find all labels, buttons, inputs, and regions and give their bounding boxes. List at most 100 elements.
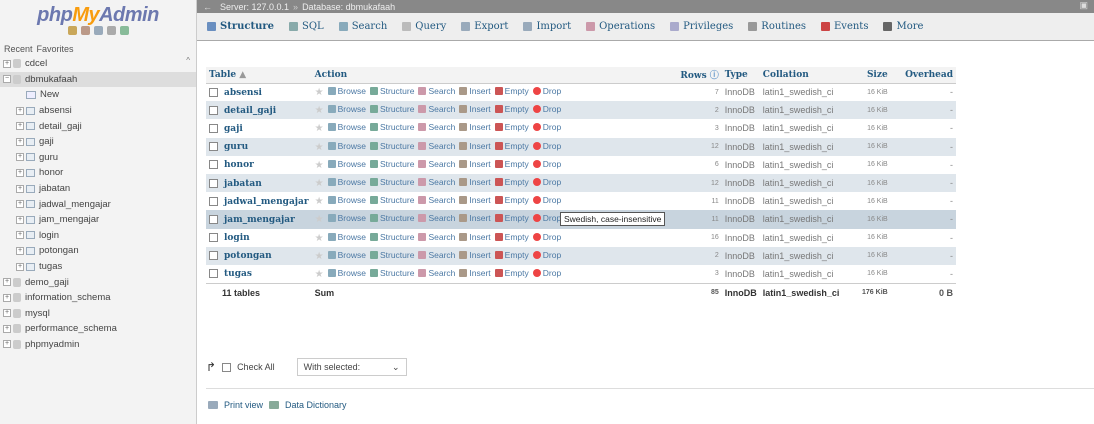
table-name-link[interactable]: tugas bbox=[224, 269, 252, 279]
action-browse[interactable]: Browse bbox=[327, 122, 366, 132]
favorite-star-icon[interactable]: ★ bbox=[315, 214, 324, 225]
action-search[interactable]: Search bbox=[418, 195, 455, 205]
action-insert[interactable]: Insert bbox=[459, 177, 491, 187]
action-search[interactable]: Search bbox=[418, 213, 455, 223]
action-search[interactable]: Search bbox=[418, 104, 455, 114]
row-checkbox[interactable] bbox=[209, 142, 218, 152]
expand-toggle-icon[interactable]: + bbox=[16, 122, 24, 131]
table-name-link[interactable]: jam_mengajar bbox=[224, 215, 295, 225]
favorite-star-icon[interactable]: ★ bbox=[315, 233, 324, 244]
table-name-link[interactable]: absensi bbox=[224, 88, 262, 98]
action-insert[interactable]: Insert bbox=[459, 86, 491, 96]
action-empty[interactable]: Empty bbox=[494, 268, 529, 278]
check-all-checkbox[interactable] bbox=[222, 362, 232, 372]
tree-item[interactable]: − dbmukafaah bbox=[0, 71, 196, 88]
tab-structure[interactable]: Structure bbox=[207, 21, 274, 32]
action-structure[interactable]: Structure bbox=[369, 141, 414, 151]
action-search[interactable]: Search bbox=[418, 232, 455, 242]
settings-icon[interactable] bbox=[119, 26, 129, 35]
table-name-link[interactable]: honor bbox=[224, 160, 254, 170]
row-checkbox[interactable] bbox=[209, 251, 218, 261]
expand-toggle-icon[interactable]: + bbox=[16, 231, 24, 240]
action-insert[interactable]: Insert bbox=[459, 250, 491, 260]
action-drop[interactable]: Drop bbox=[532, 159, 561, 169]
table-name-link[interactable]: potongan bbox=[224, 251, 272, 261]
collapse-icon[interactable]: ← bbox=[203, 2, 212, 12]
row-checkbox[interactable] bbox=[209, 124, 218, 134]
action-insert[interactable]: Insert bbox=[459, 195, 491, 205]
action-empty[interactable]: Empty bbox=[494, 195, 529, 205]
action-drop[interactable]: Drop bbox=[532, 195, 561, 205]
tree-item[interactable]: + jadwal_mengajar bbox=[0, 196, 196, 212]
action-structure[interactable]: Structure bbox=[369, 159, 414, 169]
action-browse[interactable]: Browse bbox=[327, 177, 366, 187]
expand-toggle-icon[interactable]: + bbox=[16, 153, 24, 162]
action-search[interactable]: Search bbox=[418, 86, 455, 96]
tree-item[interactable]: + phpmyadmin bbox=[0, 337, 196, 353]
action-drop[interactable]: Drop bbox=[532, 177, 561, 187]
action-browse[interactable]: Browse bbox=[327, 250, 366, 260]
row-checkbox[interactable] bbox=[209, 178, 218, 188]
action-browse[interactable]: Browse bbox=[327, 104, 366, 114]
action-search[interactable]: Search bbox=[418, 268, 455, 278]
table-name-link[interactable]: jadwal_mengajar bbox=[224, 197, 309, 207]
table-name-link[interactable]: jabatan bbox=[224, 179, 262, 189]
with-selected-dropdown[interactable]: With selected: ⌄ bbox=[296, 358, 407, 376]
tree-item[interactable]: + demo_gaji bbox=[0, 274, 196, 290]
tree-item[interactable]: + cdcel ^ bbox=[0, 56, 196, 72]
action-drop[interactable]: Drop bbox=[532, 250, 561, 260]
favorite-star-icon[interactable]: ★ bbox=[315, 196, 324, 207]
tab-routines[interactable]: Routines bbox=[748, 21, 806, 32]
action-browse[interactable]: Browse bbox=[327, 141, 366, 151]
favorite-star-icon[interactable]: ★ bbox=[315, 142, 324, 153]
tree-item[interactable]: + login bbox=[0, 228, 196, 244]
recent-tab[interactable]: Recent bbox=[4, 44, 33, 54]
tree-item[interactable]: + honor bbox=[0, 165, 196, 181]
action-search[interactable]: Search bbox=[418, 159, 455, 169]
favorite-star-icon[interactable]: ★ bbox=[315, 123, 324, 134]
expand-toggle-icon[interactable]: + bbox=[3, 293, 11, 302]
action-search[interactable]: Search bbox=[418, 250, 455, 260]
action-browse[interactable]: Browse bbox=[327, 159, 366, 169]
row-checkbox[interactable] bbox=[209, 215, 218, 225]
action-structure[interactable]: Structure bbox=[369, 213, 414, 223]
col-collation[interactable]: Collation bbox=[759, 67, 852, 84]
expand-toggle-icon[interactable]: + bbox=[16, 168, 24, 177]
action-browse[interactable]: Browse bbox=[327, 268, 366, 278]
action-drop[interactable]: Drop bbox=[532, 213, 561, 223]
tree-item[interactable]: + performance_schema bbox=[0, 321, 196, 337]
expand-toggle-icon[interactable]: + bbox=[3, 340, 11, 349]
action-structure[interactable]: Structure bbox=[369, 268, 414, 278]
tree-item[interactable]: + gaji bbox=[0, 134, 196, 150]
server-breadcrumb[interactable]: Server: 127.0.0.1 bbox=[220, 2, 289, 12]
tab-search[interactable]: Search bbox=[338, 21, 387, 32]
expand-toggle-icon[interactable]: + bbox=[16, 106, 24, 115]
action-search[interactable]: Search bbox=[418, 122, 455, 132]
action-browse[interactable]: Browse bbox=[327, 86, 366, 96]
action-browse[interactable]: Browse bbox=[327, 232, 366, 242]
action-empty[interactable]: Empty bbox=[494, 177, 529, 187]
action-drop[interactable]: Drop bbox=[532, 141, 561, 151]
col-rows[interactable]: Rows ⓘ bbox=[665, 67, 722, 84]
action-insert[interactable]: Insert bbox=[459, 104, 491, 114]
data-dictionary-link[interactable]: Data Dictionary bbox=[285, 400, 347, 410]
tree-item[interactable]: + guru bbox=[0, 150, 196, 166]
favorite-star-icon[interactable]: ★ bbox=[315, 251, 324, 262]
col-overhead[interactable]: Overhead bbox=[890, 67, 956, 84]
action-structure[interactable]: Structure bbox=[369, 122, 414, 132]
expand-toggle-icon[interactable]: + bbox=[3, 278, 11, 287]
action-structure[interactable]: Structure bbox=[369, 195, 414, 205]
action-browse[interactable]: Browse bbox=[327, 213, 366, 223]
action-empty[interactable]: Empty bbox=[494, 250, 529, 260]
logout-icon[interactable] bbox=[80, 26, 90, 35]
expand-toggle-icon[interactable]: + bbox=[16, 137, 24, 146]
expand-toggle-icon[interactable]: + bbox=[16, 262, 24, 271]
col-size[interactable]: Size bbox=[851, 67, 891, 84]
table-name-link[interactable]: detail_gaji bbox=[224, 106, 276, 116]
expand-toggle-icon[interactable]: + bbox=[16, 246, 24, 255]
action-drop[interactable]: Drop bbox=[532, 232, 561, 242]
home-icon[interactable] bbox=[67, 26, 77, 35]
action-empty[interactable]: Empty bbox=[494, 213, 529, 223]
table-name-link[interactable]: login bbox=[224, 233, 250, 243]
favorites-tab[interactable]: Favorites bbox=[37, 44, 74, 54]
